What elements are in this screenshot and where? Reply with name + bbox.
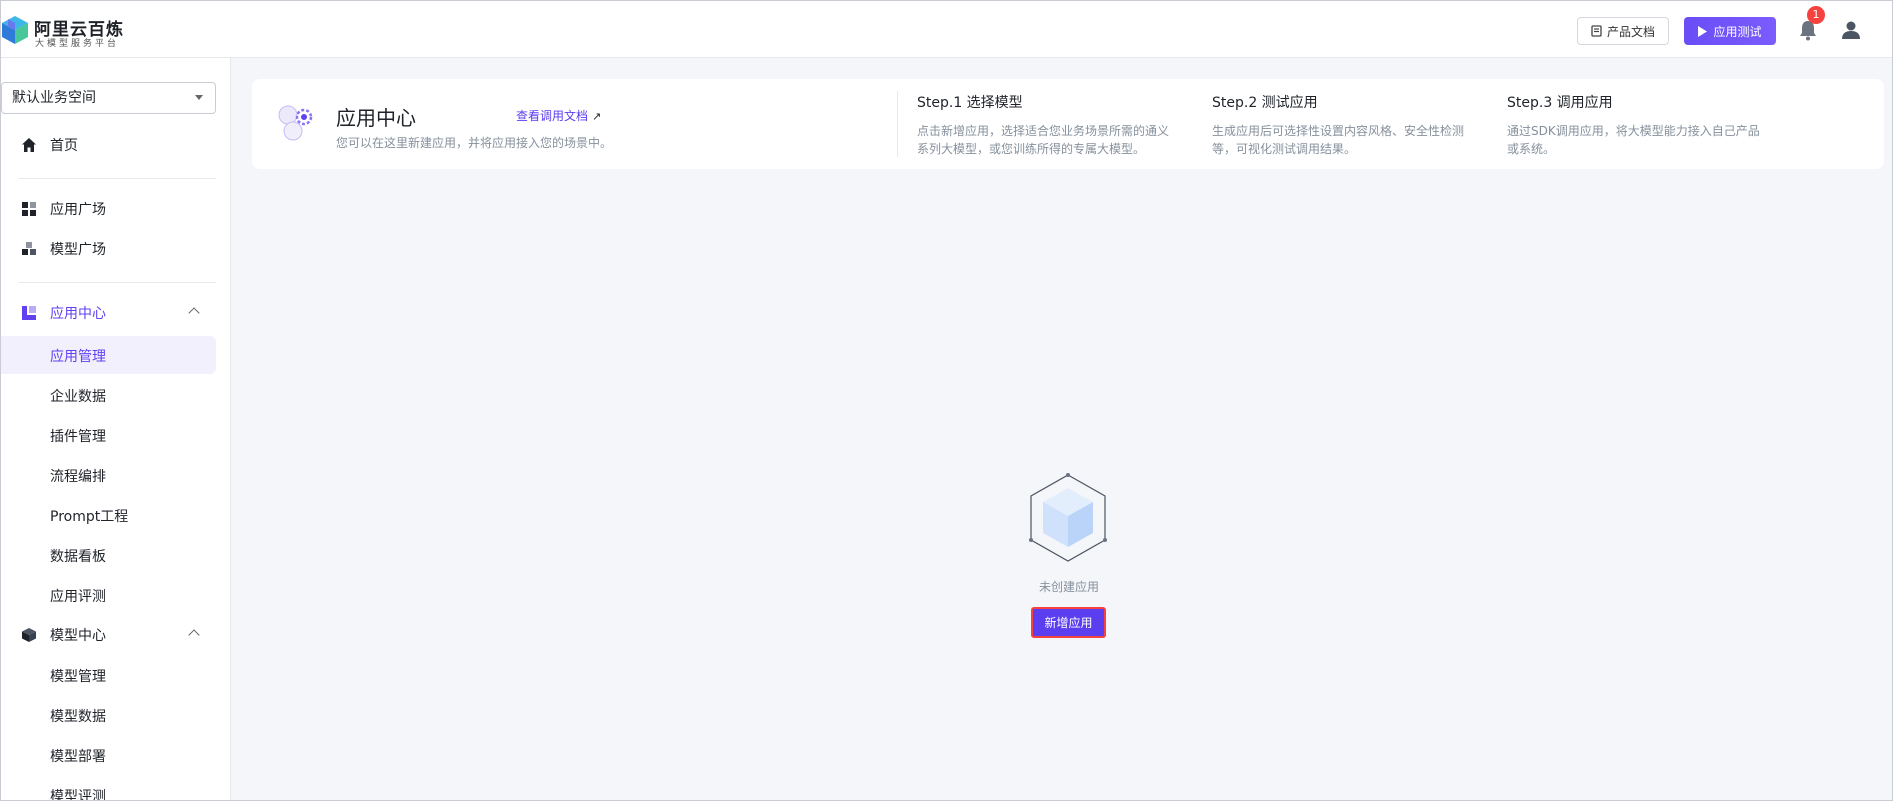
sidebar-item-model-plaza[interactable]: 模型广场 — [1, 232, 216, 266]
app-test-button[interactable]: 应用测试 — [1684, 17, 1776, 45]
sidebar-item-label: 应用中心 — [50, 306, 106, 322]
sidebar-subitem-app-evaluation[interactable]: 应用评测 — [1, 576, 216, 614]
workspace-label: 默认业务空间 — [12, 90, 96, 106]
cubes-icon — [22, 242, 36, 255]
step-1: Step.1 选择模型 点击新增应用，选择适合您业务场景所需的通义系列大模型，或… — [917, 92, 1187, 158]
sidebar-subitem-prompt-engineering[interactable]: Prompt工程 — [1, 496, 216, 534]
sidebar-subitem-label: 流程编排 — [50, 469, 106, 485]
document-icon — [1591, 25, 1602, 37]
sidebar-subitem-model-data[interactable]: 模型数据 — [1, 696, 216, 734]
sidebar-subitem-app-management[interactable]: 应用管理 — [1, 336, 216, 374]
app-center-icon — [22, 306, 36, 320]
sidebar-subitem-label: Prompt工程 — [50, 509, 129, 525]
sidebar-item-app-plaza[interactable]: 应用广场 — [1, 192, 216, 226]
app-frame: 阿里云百炼 大模型服务平台 产品文档 应用测试 1 默认业务空间 首页 应用广场… — [0, 0, 1893, 801]
step-title: Step.2 测试应用 — [1212, 95, 1318, 111]
external-link-icon: ↗ — [592, 110, 602, 123]
sidebar-subitem-label: 模型部署 — [50, 749, 106, 765]
step-2: Step.2 测试应用 生成应用后可选择性设置内容风格、安全性检测等，可视化测试… — [1212, 92, 1482, 158]
home-icon — [22, 138, 36, 152]
sidebar-subitem-model-management[interactable]: 模型管理 — [1, 656, 216, 694]
sidebar-subitem-model-evaluation[interactable]: 模型评测 — [1, 776, 216, 801]
notification-badge: 1 — [1807, 6, 1825, 24]
app-center-banner: 应用中心 您可以在这里新建应用，并将应用接入您的场景中。 查看调用文档 ↗ Ste… — [252, 79, 1884, 169]
user-avatar-icon[interactable] — [1841, 20, 1861, 40]
chevron-up-icon — [188, 307, 200, 319]
sidebar-subitem-label: 数据看板 — [50, 549, 106, 565]
add-app-button[interactable]: 新增应用 — [1031, 607, 1106, 638]
sidebar-item-model-center[interactable]: 模型中心 — [1, 618, 216, 652]
sidebar-subitem-label: 模型数据 — [50, 709, 106, 725]
view-api-docs-link[interactable]: 查看调用文档 ↗ — [516, 107, 601, 124]
divider — [19, 282, 216, 283]
sidebar-subitem-enterprise-data[interactable]: 企业数据 — [1, 376, 216, 414]
logo-cube-icon — [2, 16, 28, 44]
sidebar-item-label: 首页 — [50, 138, 78, 154]
sidebar-subitem-data-dashboard[interactable]: 数据看板 — [1, 536, 216, 574]
sidebar-item-home[interactable]: 首页 — [1, 128, 216, 162]
divider — [897, 91, 898, 157]
logo-subtitle: 大模型服务平台 — [35, 39, 120, 49]
sidebar-subitem-plugin-management[interactable]: 插件管理 — [1, 416, 216, 454]
empty-box-icon — [1029, 473, 1107, 562]
step-description: 点击新增应用，选择适合您业务场景所需的通义系列大模型，或您训练所得的专属大模型。 — [917, 124, 1170, 156]
step-3: Step.3 调用应用 通过SDK调用应用，将大模型能力接入自己产品或系统。 — [1507, 92, 1777, 158]
play-icon — [1698, 25, 1708, 37]
logo[interactable]: 阿里云百炼 大模型服务平台 — [1, 14, 131, 49]
sidebar-item-label: 模型中心 — [50, 628, 106, 644]
sidebar-item-label: 应用广场 — [50, 202, 106, 218]
chevron-up-icon — [188, 629, 200, 641]
step-description: 通过SDK调用应用，将大模型能力接入自己产品或系统。 — [1507, 124, 1760, 156]
product-docs-button[interactable]: 产品文档 — [1577, 17, 1669, 45]
top-header: 阿里云百炼 大模型服务平台 产品文档 应用测试 1 — [1, 1, 1892, 58]
sidebar-subitem-model-deployment[interactable]: 模型部署 — [1, 736, 216, 774]
sidebar-subitem-label: 模型评测 — [50, 789, 106, 801]
page-description: 您可以在这里新建应用，并将应用接入您的场景中。 — [336, 136, 613, 150]
sidebar-subitem-label: 插件管理 — [50, 429, 106, 445]
sidebar-item-label: 模型广场 — [50, 242, 106, 258]
chevron-down-icon — [195, 95, 203, 100]
sidebar-subitem-label: 模型管理 — [50, 669, 106, 685]
product-docs-label: 产品文档 — [1606, 24, 1655, 39]
step-description: 生成应用后可选择性设置内容风格、安全性检测等，可视化测试调用结果。 — [1212, 124, 1465, 156]
step-title: Step.1 选择模型 — [917, 95, 1023, 111]
empty-state-message: 未创建应用 — [1038, 580, 1099, 594]
grid-icon — [22, 202, 36, 216]
page-title: 应用中心 — [336, 106, 416, 130]
divider — [19, 178, 216, 179]
sidebar-subitem-label: 应用评测 — [50, 589, 106, 605]
sidebar-subitem-label: 企业数据 — [50, 389, 106, 405]
app-center-illustration-icon — [278, 105, 313, 141]
sidebar-subitem-label: 应用管理 — [50, 349, 106, 365]
workspace-select[interactable]: 默认业务空间 — [1, 82, 216, 114]
view-api-docs-label: 查看调用文档 — [516, 109, 589, 123]
step-title: Step.3 调用应用 — [1507, 95, 1613, 111]
app-test-label: 应用测试 — [1713, 24, 1762, 39]
sidebar: 默认业务空间 首页 应用广场 模型广场 应用中心 应用管理 企业数据 插件管理 … — [1, 58, 231, 801]
sidebar-item-app-center[interactable]: 应用中心 — [1, 296, 216, 330]
sidebar-subitem-flow-orchestration[interactable]: 流程编排 — [1, 456, 216, 494]
model-cube-icon — [22, 628, 36, 642]
